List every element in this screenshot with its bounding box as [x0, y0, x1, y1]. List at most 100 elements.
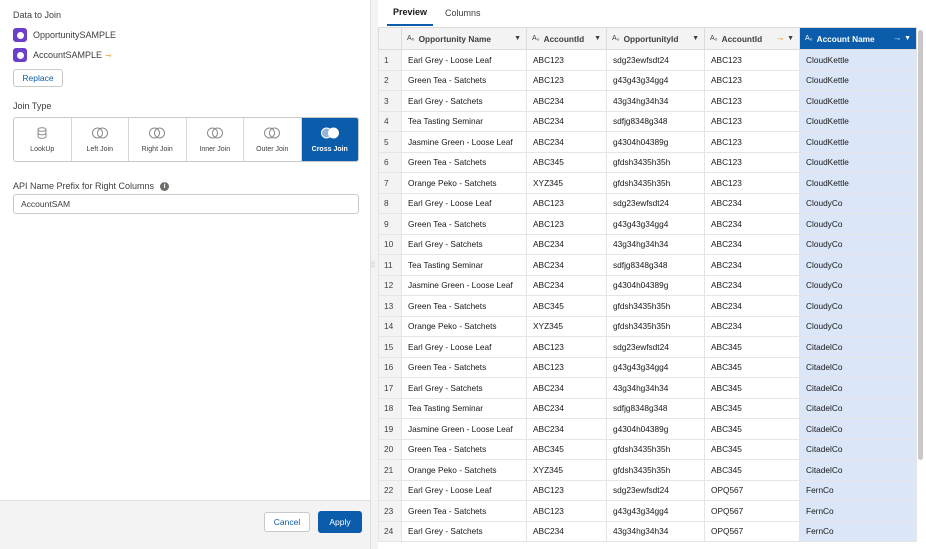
table-cell: Green Tea - Satchets — [401, 151, 527, 173]
dataset-account[interactable]: AccountSAMPLE ⊸ — [13, 48, 112, 62]
table-cell: ABC234 — [704, 192, 800, 214]
row-number: 21 — [378, 459, 402, 481]
table-cell: Orange Peko - Satchets — [401, 459, 527, 481]
row-number: 22 — [378, 479, 402, 501]
preview-table: A₀ Opportunity Name ▼ A₀ AccountId ▼ A₀ Opportu… — [378, 27, 917, 542]
table-cell: Green Tea - Satchets — [401, 69, 527, 91]
table-row: 11 Tea Tasting Seminar ABC234 sdfjg8348g348… — [378, 254, 917, 276]
dataset-opportunity[interactable]: OpportunitySAMPLE — [13, 28, 116, 42]
table-cell: CitadelCo — [799, 438, 917, 460]
tab-preview[interactable]: Preview — [387, 0, 434, 26]
table-cell: CitadelCo — [799, 356, 917, 378]
table-cell: ABC123 — [526, 213, 607, 235]
row-number-header — [378, 27, 402, 50]
column-header[interactable]: A₀ OpportunityId ▼ — [606, 27, 705, 50]
table-cell: Earl Grey - Satchets — [401, 520, 527, 542]
row-number: 13 — [378, 295, 402, 317]
column-header[interactable]: A₀ AccountId ▼ — [526, 27, 607, 50]
table-cell: CloudyCo — [799, 192, 917, 214]
chevron-down-icon[interactable]: ▼ — [692, 35, 699, 42]
join-type-inner[interactable]: Inner Join — [186, 118, 244, 161]
table-cell: XYZ345 — [526, 315, 607, 337]
table-row: 1 Earl Grey - Loose Leaf ABC123 sdg23ewfsdt… — [378, 49, 917, 71]
table-cell: sdg23ewfsdt24 — [606, 192, 705, 214]
join-type-name: Right Join — [141, 146, 173, 153]
table-cell: ABC234 — [526, 110, 607, 132]
table-cell: ABC234 — [526, 397, 607, 419]
table-cell: CloudyCo — [799, 254, 917, 276]
column-header[interactable]: A₀ Account Name ⊸ ▼ — [799, 27, 917, 50]
table-cell: ABC123 — [526, 479, 607, 501]
table-cell: 43g34hg34h34 — [606, 520, 705, 542]
table-cell: CloudKettle — [799, 49, 917, 71]
cancel-button[interactable]: Cancel — [264, 512, 310, 532]
table-cell: gfdsh3435h35h — [606, 295, 705, 317]
table-cell: CitadelCo — [799, 418, 917, 440]
table-cell: ABC123 — [704, 151, 800, 173]
table-cell: ABC234 — [526, 377, 607, 399]
table-cell: FernCo — [799, 520, 917, 542]
table-row: 7 Orange Peko - Satchets XYZ345 gfdsh3435h3… — [378, 172, 917, 194]
table-cell: 43g34hg34h34 — [606, 377, 705, 399]
table-cell: Earl Grey - Satchets — [401, 377, 527, 399]
replace-button[interactable]: Replace — [13, 69, 63, 87]
table-cell: FernCo — [799, 479, 917, 501]
table-header: A₀ Opportunity Name ▼ A₀ AccountId ▼ A₀ Opportu… — [378, 27, 917, 50]
table-cell: ABC234 — [526, 274, 607, 296]
table-cell: ABC123 — [526, 192, 607, 214]
dataset-name: OpportunitySAMPLE — [33, 30, 117, 40]
table-cell: CitadelCo — [799, 377, 917, 399]
text-type-icon: A₀ — [532, 35, 540, 42]
table-cell: ABC234 — [526, 520, 607, 542]
chevron-down-icon[interactable]: ▼ — [514, 35, 521, 42]
join-type-cross[interactable]: Cross Join — [301, 118, 358, 161]
table-row: 22 Earl Grey - Loose Leaf ABC123 sdg23ewfsd… — [378, 479, 917, 501]
column-header[interactable]: A₀ AccountId ⊸ ▼ — [704, 27, 800, 50]
table-cell: ABC123 — [704, 172, 800, 194]
tab-columns[interactable]: Columns — [439, 0, 487, 26]
table-cell: Earl Grey - Loose Leaf — [401, 192, 527, 214]
table-row: 2 Green Tea - Satchets ABC123 g43g43g34gg4 A… — [378, 69, 917, 91]
table-cell: Earl Grey - Satchets — [401, 233, 527, 255]
scrollbar[interactable] — [918, 30, 923, 460]
dataset-icon — [13, 48, 27, 62]
row-number: 12 — [378, 274, 402, 296]
row-number: 19 — [378, 418, 402, 440]
table-row: 12 Jasmine Green - Loose Leaf ABC234 g4304h… — [378, 274, 917, 296]
table-cell: ABC345 — [704, 397, 800, 419]
lookup-icon — [37, 126, 47, 140]
column-header[interactable]: A₀ Opportunity Name ▼ — [401, 27, 527, 50]
apply-button[interactable]: Apply — [318, 511, 362, 533]
info-icon[interactable]: i — [160, 181, 170, 191]
table-cell: g4304h04389g — [606, 418, 705, 440]
chevron-down-icon[interactable]: ▼ — [904, 35, 911, 42]
join-type-name: LookUp — [30, 146, 55, 153]
right-join-icon — [148, 126, 166, 140]
column-label: OpportunityId — [623, 33, 679, 44]
table-cell: ABC234 — [704, 254, 800, 276]
row-number: 5 — [378, 131, 402, 153]
resize-grip-icon[interactable]: ⁞⁞ — [371, 262, 375, 269]
join-type-outer[interactable]: Outer Join — [244, 118, 302, 161]
table-cell: CloudyCo — [799, 295, 917, 317]
table-cell: OPQ567 — [704, 479, 800, 501]
join-type-left[interactable]: Left Join — [71, 118, 129, 161]
prefix-input[interactable] — [13, 194, 359, 214]
chevron-down-icon[interactable]: ▼ — [787, 35, 794, 42]
table-cell: Earl Grey - Loose Leaf — [401, 336, 527, 358]
table-cell: gfdsh3435h35h — [606, 459, 705, 481]
join-type-lookup[interactable]: LookUp — [14, 118, 72, 161]
table-cell: CitadelCo — [799, 397, 917, 419]
table-cell: sdg23ewfsdt24 — [606, 336, 705, 358]
table-cell: Green Tea - Satchets — [401, 213, 527, 235]
panel-divider[interactable] — [370, 0, 378, 549]
data-to-join-label: Data to Join — [13, 10, 62, 20]
join-type-label: Join Type — [13, 101, 52, 111]
chevron-down-icon[interactable]: ▼ — [594, 35, 601, 42]
table-cell: CloudKettle — [799, 151, 917, 173]
row-number: 3 — [378, 90, 402, 112]
join-type-right[interactable]: Right Join — [129, 118, 187, 161]
table-cell: ABC234 — [704, 295, 800, 317]
table-cell: g43g43g34gg4 — [606, 500, 705, 522]
table-cell: OPQ567 — [704, 500, 800, 522]
